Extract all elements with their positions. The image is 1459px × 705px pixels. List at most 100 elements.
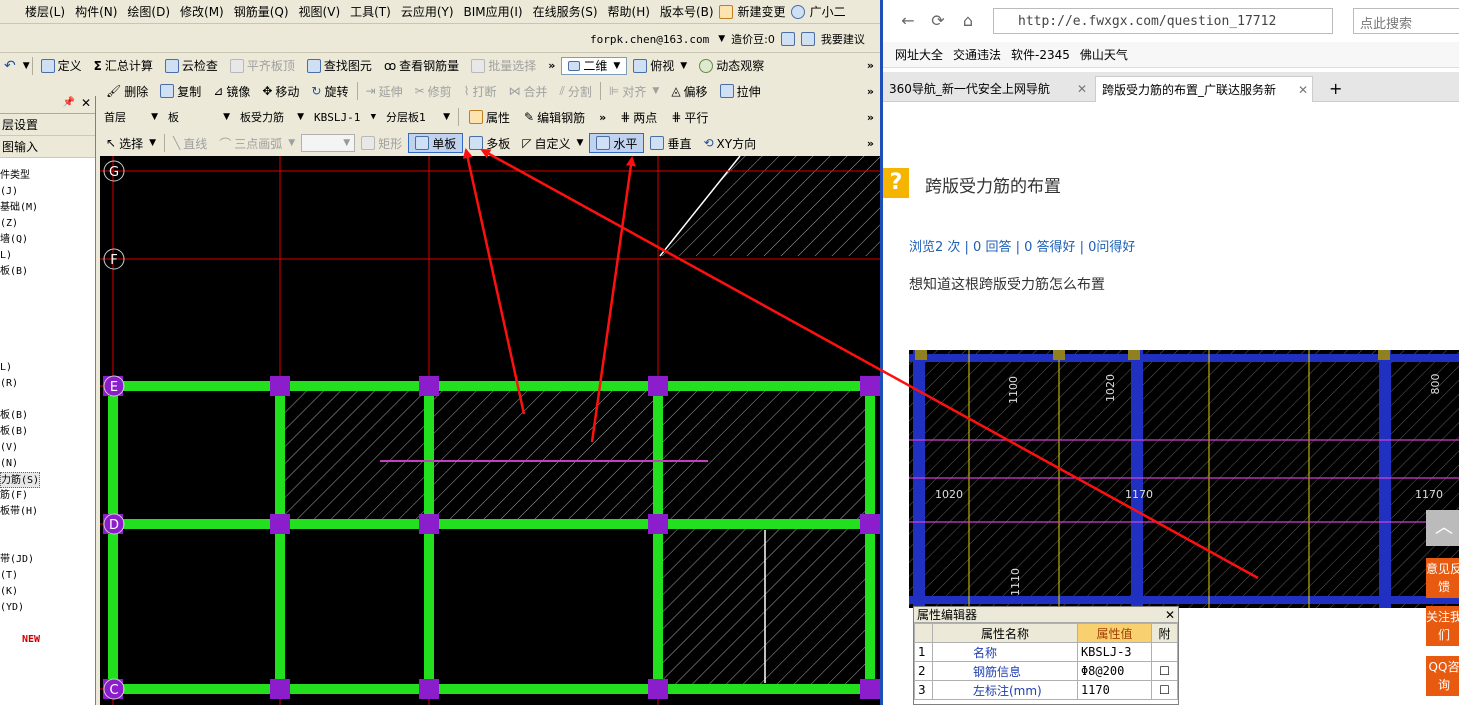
arc-button[interactable]: ⌒ 三点画弧 ▼ [213,132,301,154]
view-rebar-button[interactable]: ꝏ 查看钢筋量 [378,55,465,77]
tree-item[interactable]: NEW [0,632,40,648]
address-bar[interactable]: http://e.fwxgx.com/question_17712 [993,8,1333,34]
menu-component[interactable]: 构件(N) [70,0,122,23]
tab-question[interactable]: 跨版受力筋的布置_广联达服务新 ✕ [1095,76,1313,102]
refresh-icon[interactable]: ⟳ [927,10,949,32]
table-row[interactable]: 2 钢筋信息 Φ8@200 ☐ [914,661,1178,681]
tree-item[interactable] [0,392,40,408]
tree-item[interactable]: (YD) [0,600,40,616]
menu-bim[interactable]: BIM应用(I) [459,0,528,23]
tree-item[interactable]: 墙(Q) [0,232,40,248]
tree-item[interactable]: 基础(M) [0,200,40,216]
back-icon[interactable]: ← [897,10,919,32]
single-slab-button[interactable]: 单板 [408,133,464,153]
rotate-button[interactable]: ↻ 旋转 [305,80,354,102]
rect-button[interactable]: 矩形 [355,132,408,154]
view-2d-combo[interactable]: 二维 ▼ [561,56,628,75]
two-point-button[interactable]: ⋕ 两点 [614,106,663,128]
suggest-link[interactable]: 我要建议 [821,31,865,47]
new-tab-button[interactable]: + [1323,76,1347,102]
floor-select[interactable]: 首层 ▼ [100,108,162,126]
define-button[interactable]: 定义 [35,55,88,77]
tree-item[interactable]: L) [0,360,40,376]
tree-item[interactable] [0,312,40,328]
close-icon[interactable]: ✕ [81,96,91,110]
mirror-button[interactable]: ⊿ 镜像 [207,80,256,102]
close-icon[interactable]: ✕ [1077,76,1087,102]
stretch-button[interactable]: 拉伸 [714,80,767,102]
offset-button[interactable]: ◬ 偏移 [665,80,713,102]
select-button[interactable]: ↖ 选择 ▼ [100,132,162,154]
feedback-button[interactable]: 意见反馈 [1426,558,1459,598]
overflow-chevron-icon[interactable]: » [867,85,874,98]
tree-item[interactable]: (N) [0,456,40,472]
horizontal-button[interactable]: 水平 [589,133,645,153]
floor-settings-row[interactable]: 层设置 [0,114,95,136]
overflow-chevron-icon[interactable]: » [593,111,612,124]
property-value[interactable]: 1170 [1076,680,1153,700]
trim-button[interactable]: ✂ 修剪 [409,80,458,102]
drawing-input-row[interactable]: 图输入 [0,136,95,158]
arc-option-select[interactable]: ▼ [301,134,356,152]
xy-direction-button[interactable]: ⟲ XY方向 [697,132,762,154]
edit-rebar-button[interactable]: ✎ 编辑钢筋 [518,106,591,128]
find-element-button[interactable]: 查找图元 [301,55,378,77]
menu-cloud[interactable]: 云应用(Y) [396,0,459,23]
menu-help[interactable]: 帮助(H) [603,0,655,23]
multi-slab-button[interactable]: 多板 [463,132,516,154]
tree-item[interactable]: 板(B) [0,264,40,280]
bookmark-site-nav[interactable]: 网址大全 [895,46,943,63]
menu-view[interactable]: 视图(V) [294,0,346,23]
pin-icon[interactable]: 📌 [63,97,75,108]
attach-checkbox[interactable]: ☐ [1151,680,1178,700]
overflow-chevron-icon[interactable]: » [542,59,561,72]
calc-button[interactable]: Σ 汇总计算 [88,55,159,77]
home-icon[interactable]: ⌂ [957,10,979,32]
category-select[interactable]: 板 ▼ [164,108,234,126]
question-screenshot[interactable]: 1100 1020 1020 1170 1170 1110 800 [909,350,1459,608]
chevron-down-icon[interactable]: ▼ [718,34,725,44]
menu-floor[interactable]: 楼层(L) [20,0,70,23]
tree-item[interactable]: (K) [0,584,40,600]
tab-360-nav[interactable]: 360导航_新一代安全上网导航 ✕ [883,76,1091,102]
tree-item[interactable]: 带(JD) [0,552,40,568]
bell-icon[interactable] [780,32,795,46]
menu-assistant[interactable]: 广小二 [805,0,851,23]
table-row[interactable]: 1 名称 KBSLJ-3 [914,642,1178,662]
cad-canvas[interactable]: G F E D C [100,156,880,705]
account-email[interactable]: forpk.chen@163.com [590,33,709,46]
close-icon[interactable]: ✕ [1298,77,1308,102]
tree-item[interactable] [0,616,40,632]
bookmark-traffic[interactable]: 交通违法 [953,46,1001,63]
overflow-chevron-icon[interactable]: » [867,137,874,150]
tree-item[interactable]: 筋(F) [0,488,40,504]
tree-item[interactable] [0,344,40,360]
property-value[interactable]: Φ8@200 [1076,661,1153,681]
custom-button[interactable]: ◸ 自定义 ▼ [516,132,589,154]
extend-button[interactable]: ⇥ 延伸 [360,80,409,102]
tree-item[interactable]: (V) [0,440,40,456]
tree-item[interactable]: (R) [0,376,40,392]
tree-item[interactable] [0,296,40,312]
component-name-select[interactable]: KBSLJ-1 ▼ [310,108,380,126]
cad-drawing[interactable]: G F E D C [100,156,880,705]
menu-online[interactable]: 在线服务(S) [528,0,603,23]
menu-rebar-qty[interactable]: 钢筋量(Q) [229,0,294,23]
tree-item[interactable]: 力筋(S) [0,472,41,488]
property-button[interactable]: 属性 [463,106,516,128]
tree-item[interactable]: 板带(H) [0,504,40,520]
tree-item[interactable]: 板(B) [0,408,40,424]
vertical-button[interactable]: 垂直 [644,132,697,154]
tree-item[interactable]: (Z) [0,216,40,232]
align-button[interactable]: ⊫ 对齐 ▼ [603,80,665,102]
follow-us-button[interactable]: 关注我们 [1426,606,1459,646]
undo-dropdown-icon[interactable]: ▼ [23,61,30,71]
back-to-top-button[interactable]: ︿ [1426,510,1459,546]
tree-item[interactable] [0,328,40,344]
menu-tools[interactable]: 工具(T) [345,0,396,23]
tree-item[interactable] [0,520,40,536]
move-button[interactable]: ✥ 移动 [256,80,305,102]
tree-item[interactable]: (J) [0,184,40,200]
tree-item[interactable]: 板(B) [0,424,40,440]
menu-new-change[interactable]: 新建变更 [733,0,791,23]
